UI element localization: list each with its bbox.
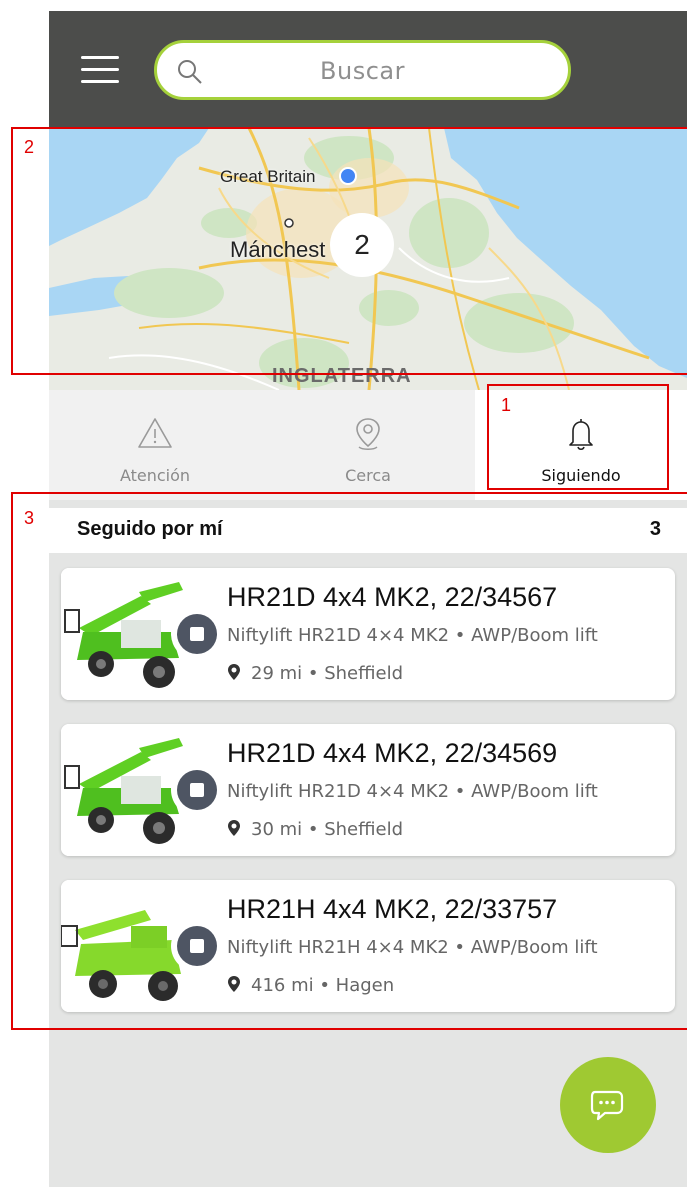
tab-label: Atención bbox=[119, 466, 191, 485]
search-input[interactable]: Buscar bbox=[157, 57, 568, 85]
annotation-label-3: 3 bbox=[24, 508, 35, 528]
tab-label: Cerca bbox=[345, 466, 391, 485]
annotation-box-1 bbox=[487, 384, 669, 490]
warning-icon bbox=[138, 418, 172, 448]
location-pin-icon bbox=[356, 418, 380, 450]
top-bar: Buscar bbox=[49, 11, 687, 128]
search-bar[interactable]: Buscar bbox=[154, 40, 571, 100]
annotation-label-2: 2 bbox=[24, 137, 35, 157]
chat-button[interactable] bbox=[560, 1057, 656, 1153]
annotation-label-1: 1 bbox=[501, 395, 512, 415]
menu-icon[interactable] bbox=[81, 56, 119, 84]
annotation-box-3 bbox=[11, 492, 687, 1030]
tab-atencion[interactable]: Atención bbox=[49, 390, 261, 500]
annotation-box-2 bbox=[11, 127, 687, 375]
chat-icon bbox=[590, 1090, 624, 1121]
tab-cerca[interactable]: Cerca bbox=[262, 390, 474, 500]
